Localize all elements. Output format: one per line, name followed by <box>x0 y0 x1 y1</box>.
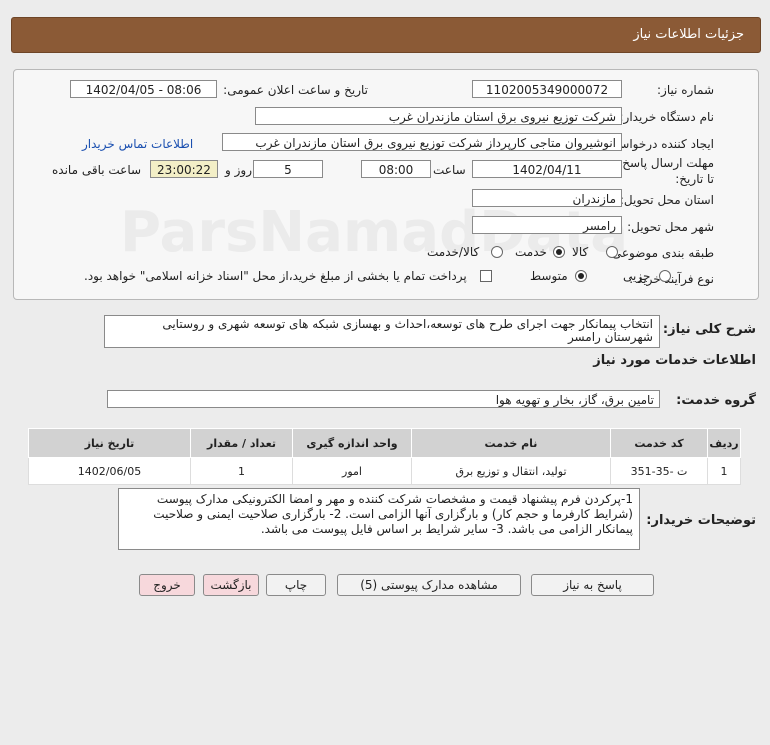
announce-datetime-field: 1402/04/05 - 08:06 <box>70 80 217 98</box>
deadline-date-field: 1402/04/11 <box>472 160 622 178</box>
print-button[interactable]: چاپ <box>266 574 326 596</box>
category-option-goods: کالا <box>572 245 589 259</box>
deadline-time-label: ساعت <box>433 163 466 177</box>
category-option-service: خدمت <box>515 245 547 259</box>
service-group-field: تامین برق، گاز، بخار و تهویه هوا <box>107 390 660 408</box>
buyer-notes-label: توضیحات خریدار: <box>646 513 756 528</box>
reply-button[interactable]: پاسخ به نیاز <box>531 574 654 596</box>
service-group-label: گروه خدمت: <box>676 393 756 408</box>
need-summary-label: شرح کلی نیاز: <box>662 322 756 337</box>
days-remaining-field: 5 <box>253 160 323 178</box>
category-radio-service[interactable] <box>553 246 565 258</box>
buyer-contact-link[interactable]: اطلاعات تماس خریدار <box>82 137 193 151</box>
deadline-label: مهلت ارسال پاسخ: تا تاریخ: <box>618 156 714 186</box>
process-radio-medium[interactable] <box>575 270 587 282</box>
delivery-city-field: رامسر <box>472 216 622 234</box>
table-cell: تولید، انتقال و توزیع برق <box>411 457 611 485</box>
services-table: ردیف کد خدمت نام خدمت واحد اندازه گیری ت… <box>28 428 741 485</box>
column-header: تعداد / مقدار <box>190 428 293 458</box>
deadline-time-field: 08:00 <box>361 160 431 178</box>
remaining-time-label: ساعت باقی مانده <box>52 163 142 177</box>
column-header: کد خدمت <box>610 428 708 458</box>
need-number-label: شماره نیاز: <box>657 83 714 97</box>
table-cell: ت -35-351 <box>610 457 708 485</box>
column-header: تاریخ نیاز <box>28 428 191 458</box>
back-button[interactable]: بازگشت <box>203 574 259 596</box>
buyer-org-field: شرکت توزیع نیروی برق استان مازندران غرب <box>255 107 622 125</box>
announce-datetime-label: تاریخ و ساعت اعلان عمومی: <box>223 83 368 97</box>
process-option-medium: متوسط <box>530 269 568 283</box>
table-cell: 1 <box>707 457 741 485</box>
page-title: جزئیات اطلاعات نیاز <box>633 27 744 42</box>
table-header-row: ردیف کد خدمت نام خدمت واحد اندازه گیری ت… <box>28 428 741 458</box>
need-number-field: 1102005349000072 <box>472 80 622 98</box>
buyer-org-label: نام دستگاه خریدار: <box>619 110 715 124</box>
table-cell: 1402/06/05 <box>28 457 191 485</box>
category-option-goods-service: کالا/خدمت <box>427 245 480 259</box>
remaining-time-field: 23:00:22 <box>150 160 218 178</box>
table-row: 1 ت -35-351 تولید، انتقال و توزیع برق ام… <box>28 457 741 485</box>
exit-button[interactable]: خروج <box>139 574 195 596</box>
delivery-province-label: استان محل تحویل: <box>619 193 714 207</box>
category-radio-goods-service[interactable] <box>491 246 503 258</box>
services-section-title: اطلاعات خدمات مورد نیاز <box>593 353 756 368</box>
days-label: روز و <box>225 163 252 177</box>
buyer-notes-text: 1-پرکردن فرم پیشنهاد قیمت و مشخصات شرکت … <box>118 488 640 550</box>
column-header: ردیف <box>707 428 741 458</box>
category-label: طبقه بندی موضوعی: <box>607 246 714 260</box>
requester-field: انوشیروان متاجی کارپرداز شرکت توزیع نیرو… <box>222 133 622 151</box>
table-cell: امور <box>292 457 412 485</box>
column-header: واحد اندازه گیری <box>292 428 412 458</box>
delivery-city-label: شهر محل تحویل: <box>627 220 714 234</box>
view-attachments-button[interactable]: مشاهده مدارک پیوستی (5) <box>337 574 521 596</box>
process-radio-minor[interactable] <box>659 270 671 282</box>
need-summary-text: انتخاب پیمانکار جهت اجرای طرح های توسعه،… <box>104 315 660 348</box>
treasury-payment-checkbox[interactable] <box>480 270 492 282</box>
process-option-minor: جزیی <box>623 269 651 283</box>
page-header: جزئیات اطلاعات نیاز <box>11 17 761 53</box>
category-radio-goods[interactable] <box>606 246 618 258</box>
treasury-payment-note: پرداخت تمام یا بخشی از مبلغ خرید،از محل … <box>84 269 467 283</box>
table-cell: 1 <box>190 457 293 485</box>
delivery-province-field: مازندران <box>472 189 622 207</box>
column-header: نام خدمت <box>411 428 611 458</box>
